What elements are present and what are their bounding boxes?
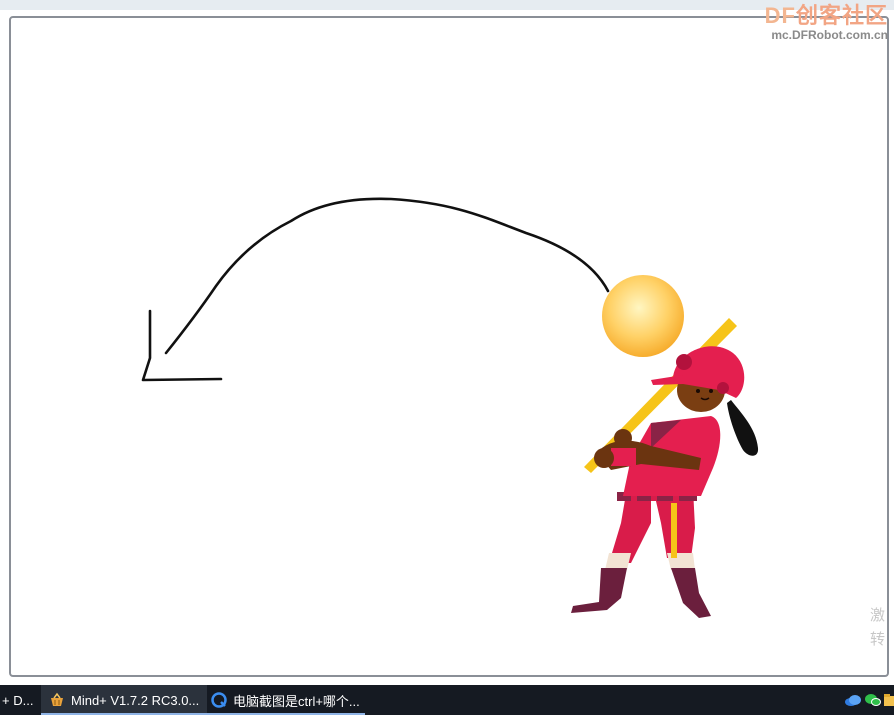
arrowhead xyxy=(141,309,223,382)
stage-drawing xyxy=(141,197,759,618)
activation-hint-line2: 转 xyxy=(870,631,886,648)
taskbar-item-label: 电脑截图是ctrl+哪个... xyxy=(233,693,360,709)
taskbar-item-browser[interactable]: 电脑截图是ctrl+哪个... xyxy=(203,685,365,715)
activation-hint-line1: 激 xyxy=(870,607,886,624)
cloud-icon[interactable] xyxy=(844,692,861,708)
folder-icon[interactable] xyxy=(884,692,894,708)
watermark-logo: DF创客社区 xyxy=(764,3,888,28)
stage-canvas[interactable] xyxy=(9,16,889,677)
browser-q-icon xyxy=(211,692,227,708)
dfrobot-watermark: DF创客社区 mc.DFRobot.com.cn xyxy=(764,3,888,43)
wechat-icon[interactable] xyxy=(864,692,881,708)
taskbar-item-mindplus[interactable]: Mind+ V1.7.2 RC3.0... xyxy=(41,685,207,715)
taskbar-item-label: Mind+ V1.7.2 RC3.0... xyxy=(71,692,200,708)
top-strip xyxy=(0,0,894,10)
system-tray xyxy=(844,685,894,715)
trajectory-arrow xyxy=(164,197,610,355)
batter-sprite[interactable] xyxy=(571,318,759,618)
ball-sprite[interactable] xyxy=(602,275,684,357)
taskbar: + D... Mind+ V1.7.2 RC3.0... 电脑截图是ctrl+哪… xyxy=(0,685,894,715)
mindplus-basket-icon xyxy=(49,692,65,708)
taskbar-item-d[interactable]: + D... xyxy=(0,685,40,715)
watermark-url: mc.DFRobot.com.cn xyxy=(771,28,888,42)
taskbar-item-label: + D... xyxy=(2,692,34,708)
